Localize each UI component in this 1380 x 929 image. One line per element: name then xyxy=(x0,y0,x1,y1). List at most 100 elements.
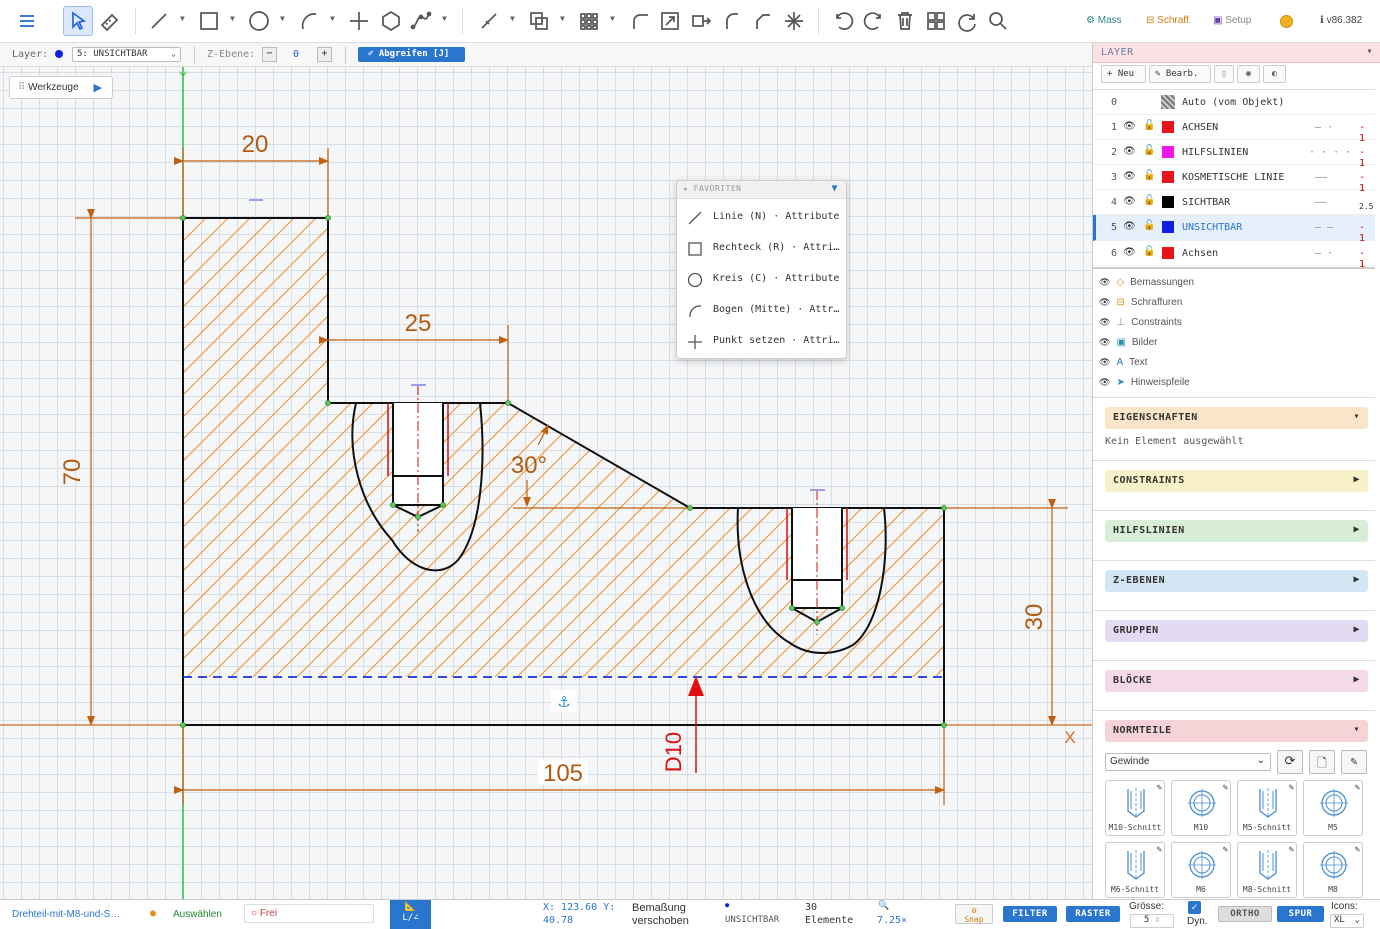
spur-button[interactable]: SPUR xyxy=(1277,906,1324,922)
layer-color-swatch[interactable] xyxy=(1162,196,1174,208)
normteil-m6[interactable]: ✎ M6 xyxy=(1171,842,1231,898)
lock-icon[interactable]: 🔓 xyxy=(1143,145,1155,157)
favorite-item-rectangle[interactable]: Rechteck (R) · Attribute xyxy=(677,233,847,264)
normteil-m8[interactable]: ✎ M8 xyxy=(1303,842,1363,898)
fillet-tool-icon[interactable] xyxy=(625,6,655,36)
zebene-plus-button[interactable]: + xyxy=(317,47,332,62)
abgreifen-button[interactable]: ✐ Abgreifen [J] xyxy=(358,47,465,62)
layer-linestyle[interactable]: — · xyxy=(1315,248,1333,259)
edit-icon[interactable]: ✎ xyxy=(1289,783,1294,793)
lock-icon[interactable]: 🔓 xyxy=(1143,246,1155,258)
frei-field[interactable]: ○ Frei xyxy=(244,904,374,923)
layer-row-6[interactable]: 6 👁 🔓 Achsen — · - 1 xyxy=(1093,241,1375,270)
layer-color-swatch[interactable] xyxy=(1162,247,1174,259)
zebene-minus-button[interactable]: − xyxy=(262,47,277,62)
eye-icon[interactable]: 👁 xyxy=(1123,196,1136,207)
gruppen-header[interactable]: GRUPPEN ▶ xyxy=(1105,620,1368,642)
normteil-m10[interactable]: ✎ M10 xyxy=(1171,780,1231,836)
eigenschaften-header[interactable]: EIGENSCHAFTEN ▾ xyxy=(1105,407,1368,429)
normteil-m10-schnitt[interactable]: ✎ M10-Schnitt xyxy=(1105,780,1165,836)
new-layer-button[interactable]: + Neu xyxy=(1101,65,1146,83)
edit-icon[interactable]: ✎ xyxy=(1355,783,1360,793)
layer-color-swatch[interactable] xyxy=(1162,146,1174,158)
menu-icon[interactable] xyxy=(12,6,42,36)
array-dropdown-icon[interactable]: ▼ xyxy=(610,14,615,23)
zebenen-header[interactable]: Z-EBENEN ▶ xyxy=(1105,570,1368,592)
lock-icon[interactable]: 🔓 xyxy=(1143,220,1155,232)
spinner-icon[interactable]: ⇳ xyxy=(1155,915,1160,925)
eye-icon[interactable]: 👁 xyxy=(1099,377,1110,388)
pencil-icon[interactable]: ✎ xyxy=(1341,750,1367,774)
point-tool-icon[interactable] xyxy=(344,6,374,36)
rectangle-dropdown-icon[interactable]: ▼ xyxy=(230,14,235,23)
extend-tool-icon[interactable] xyxy=(748,6,778,36)
dim-d10-text[interactable]: D10 xyxy=(661,732,686,772)
drag-handle-icon[interactable]: ⠿ xyxy=(18,82,25,93)
lock-icon[interactable]: 🔓 xyxy=(1143,170,1155,182)
object-row-text[interactable]: 👁 A Text xyxy=(1099,357,1147,368)
edit-icon[interactable]: ✎ xyxy=(1157,783,1162,793)
eye-icon[interactable]: 👁 xyxy=(1123,171,1136,182)
redo-icon[interactable] xyxy=(858,6,888,36)
edit-layer-button[interactable]: ✎ Bearb. xyxy=(1149,65,1211,83)
offset-tool-icon[interactable] xyxy=(524,6,554,36)
constraints-header[interactable]: CONSTRAINTS ▶ xyxy=(1105,470,1368,492)
eye-icon[interactable]: 👁 xyxy=(1123,146,1136,157)
favorite-item-point[interactable]: Punkt setzen · Attribute xyxy=(677,326,847,357)
edit-icon[interactable]: ✎ xyxy=(1355,845,1360,855)
eye-icon[interactable]: ◉ xyxy=(1237,65,1260,83)
angle-snap-button[interactable]: 📐 L/∠ xyxy=(390,900,431,929)
werkzeuge-button[interactable]: ⠿ Werkzeuge ▶ xyxy=(9,76,113,99)
filter-button[interactable]: FILTER xyxy=(1003,906,1057,922)
dim-20-text[interactable]: 20 xyxy=(242,131,269,158)
rectangle-tool-icon[interactable] xyxy=(194,6,224,36)
object-row-hinweispfeile[interactable]: 👁 ➤ Hinweispfeile xyxy=(1099,377,1190,388)
dim-70-text[interactable]: 70 xyxy=(59,459,86,486)
layer-lineweight[interactable]: 2.5 xyxy=(1359,202,1373,211)
filename[interactable]: Drehteil-mit-M8-und-S… xyxy=(12,909,120,920)
normteil-m5-schnitt[interactable]: ✎ M5-Schnitt xyxy=(1237,780,1297,836)
schraff-button[interactable]: ⊟ Schraff. xyxy=(1146,15,1191,26)
layer-row-4[interactable]: 4 👁 🔓 SICHTBAR —— 2.5 xyxy=(1093,190,1375,215)
layer-linestyle[interactable]: —— xyxy=(1315,172,1327,183)
favorite-item-line[interactable]: Linie (N) · Attribute xyxy=(677,202,847,233)
mass-button[interactable]: ⚙ Mass xyxy=(1086,15,1122,26)
zoom-value[interactable]: 7.25× xyxy=(877,915,907,926)
setup-button[interactable]: ▣ Setup xyxy=(1213,15,1251,26)
layer-color-swatch[interactable] xyxy=(1162,171,1174,183)
gewinde-select[interactable]: Gewinde ⌄ xyxy=(1105,753,1271,771)
polygon-tool-icon[interactable] xyxy=(376,6,406,36)
delete-layer-icon[interactable]: ▯ xyxy=(1214,65,1234,83)
layer-row-3[interactable]: 3 👁 🔓 KOSMETISCHE LINIE —— - 1 xyxy=(1093,165,1375,194)
eye-icon[interactable]: 👁 xyxy=(1123,221,1136,232)
eye-icon[interactable]: 👁 xyxy=(1099,277,1110,288)
reload-icon[interactable]: ⟳ xyxy=(1277,750,1303,774)
eye-icon[interactable]: 👁 xyxy=(1099,297,1110,308)
anchor-icon[interactable]: ⚓ xyxy=(557,693,570,711)
layer-row-5-active[interactable]: 5 👁 🔓 UNSICHTBAR — — - 1 xyxy=(1093,215,1375,244)
drawing-svg[interactable]: 20 25 70 30° 30 105 D10 X Y ⚓ xyxy=(0,67,1092,899)
layer-color-swatch[interactable] xyxy=(1162,121,1174,133)
scale-tool-icon[interactable] xyxy=(655,6,685,36)
drawing-canvas[interactable]: 20 25 70 30° 30 105 D10 X Y ⚓ ⠿ Werkzeug… xyxy=(0,67,1092,899)
trim-dropdown-icon[interactable]: ▼ xyxy=(510,14,515,23)
arc-dropdown-icon[interactable]: ▼ xyxy=(330,14,335,23)
layer-row-2[interactable]: 2 👁 🔓 HILFSLINIEN · · · · - 1 xyxy=(1093,140,1375,169)
normteil-m5[interactable]: ✎ M5 xyxy=(1303,780,1363,836)
normteil-m8-schnitt[interactable]: ✎ M8-Schnitt xyxy=(1237,842,1297,898)
object-row-constraints[interactable]: 👁 ⊥ Constraints xyxy=(1099,317,1182,328)
explode-tool-icon[interactable] xyxy=(779,6,809,36)
snap-button[interactable]: ⚙ Snap xyxy=(955,904,993,924)
dyn-checkbox[interactable]: ✓ xyxy=(1188,901,1201,914)
eye-icon[interactable]: 👁 xyxy=(1123,247,1136,258)
layer-select[interactable]: 5: UNSICHTBAR ⌄ xyxy=(72,47,181,62)
array-tool-icon[interactable] xyxy=(574,6,604,36)
undo-icon[interactable] xyxy=(829,6,859,36)
object-row-bilder[interactable]: 👁 ▣ Bilder xyxy=(1099,337,1157,348)
grid-view-icon[interactable] xyxy=(921,6,951,36)
dim-25-text[interactable]: 25 xyxy=(405,310,432,337)
icons-select[interactable]: XL ⌄ xyxy=(1330,914,1364,928)
edit-icon[interactable]: ✎ xyxy=(1223,845,1228,855)
chamfer-tool-icon[interactable] xyxy=(717,6,747,36)
filter-icon[interactable]: ▼ xyxy=(831,183,838,194)
